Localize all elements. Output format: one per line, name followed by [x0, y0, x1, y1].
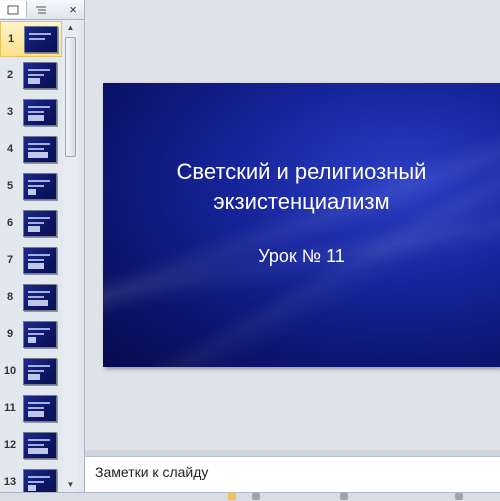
slide-thumbnail-1[interactable]: 1 [0, 21, 62, 57]
slide-thumbnail-image [23, 321, 57, 348]
slide-number: 7 [6, 254, 14, 266]
slide-thumbnail-11[interactable]: 11 [0, 391, 62, 427]
slide-number: 9 [6, 328, 14, 340]
slide-number: 13 [3, 476, 17, 488]
normal-view-icon[interactable] [228, 493, 236, 500]
panel-tabs: × [0, 0, 84, 20]
slide-thumbnail-6[interactable]: 6 [0, 206, 62, 242]
slide-thumbnail-image [23, 469, 57, 492]
slide-number: 6 [6, 217, 14, 229]
slide-thumbnail-image [23, 284, 57, 311]
slide-thumbnail-image [23, 210, 57, 237]
slide-title-line1: Светский и религиозный [176, 159, 427, 184]
slide-thumbnail-4[interactable]: 4 [0, 132, 62, 168]
outline-tab-icon [36, 6, 46, 13]
slide-number: 3 [6, 106, 14, 118]
slide-thumbnail-9[interactable]: 9 [0, 317, 62, 353]
zoom-out-icon[interactable] [340, 493, 348, 500]
thumbnail-scrollbar[interactable]: ▲ ▼ [63, 20, 78, 492]
slide-title-line2: экзистенциализм [213, 189, 390, 214]
slide-editing-area: Светский и религиозный экзистенциализм У… [85, 0, 500, 450]
slide-background-rays [103, 83, 500, 367]
slide-thumbnail-5[interactable]: 5 [0, 169, 62, 205]
slide-number: 12 [3, 439, 17, 451]
slide-title[interactable]: Светский и религиозный экзистенциализм [103, 157, 500, 217]
slide-thumbnail-image [23, 358, 57, 385]
slide-thumbnail-image [23, 99, 57, 126]
slides-tab-icon [7, 5, 19, 14]
slide-number: 5 [6, 180, 14, 192]
scrollbar-thumb[interactable] [65, 37, 76, 157]
outline-tab[interactable] [28, 1, 54, 18]
slide-thumbnail-image [23, 432, 57, 459]
slide-thumbnail-image [23, 62, 57, 89]
slide-number: 8 [6, 291, 14, 303]
slide-thumbnail-3[interactable]: 3 [0, 95, 62, 131]
thumbnail-list: 1 2 3 4 5 6 7 8 9 10 11 12 13 [0, 20, 62, 492]
slide-number: 4 [6, 143, 14, 155]
slide-number: 10 [3, 365, 17, 377]
slide-subtitle[interactable]: Урок № 11 [103, 246, 500, 267]
notes-pane[interactable]: Заметки к слайду [85, 456, 500, 493]
notes-placeholder: Заметки к слайду [95, 464, 209, 480]
current-slide[interactable]: Светский и религиозный экзистенциализм У… [103, 83, 500, 367]
slide-thumbnail-image [23, 247, 57, 274]
slide-thumbnail-image [23, 136, 57, 163]
slides-panel: × 1 2 3 4 5 6 7 8 9 10 11 12 13 ▲ ▼ [0, 0, 85, 492]
scroll-down-button[interactable]: ▼ [63, 477, 78, 492]
zoom-in-icon[interactable] [455, 493, 463, 500]
slide-thumbnail-image [23, 395, 57, 422]
close-icon: × [69, 2, 77, 17]
slide-thumbnail-image [23, 173, 57, 200]
slide-number: 1 [7, 33, 15, 45]
close-pane-button[interactable]: × [60, 1, 86, 18]
slide-thumbnail-12[interactable]: 12 [0, 428, 62, 464]
slide-thumbnail-7[interactable]: 7 [0, 243, 62, 279]
slide-thumbnail-10[interactable]: 10 [0, 354, 62, 390]
slide-sorter-icon[interactable] [252, 493, 260, 500]
slide-thumbnail-13[interactable]: 13 [0, 465, 62, 492]
slide-thumbnail-2[interactable]: 2 [0, 58, 62, 94]
slide-number: 11 [4, 402, 16, 414]
slides-tab[interactable] [0, 1, 27, 18]
slide-number: 2 [6, 69, 14, 81]
slide-thumbnail-image [24, 26, 58, 53]
slide-thumbnail-8[interactable]: 8 [0, 280, 62, 316]
scroll-up-button[interactable]: ▲ [63, 20, 78, 35]
